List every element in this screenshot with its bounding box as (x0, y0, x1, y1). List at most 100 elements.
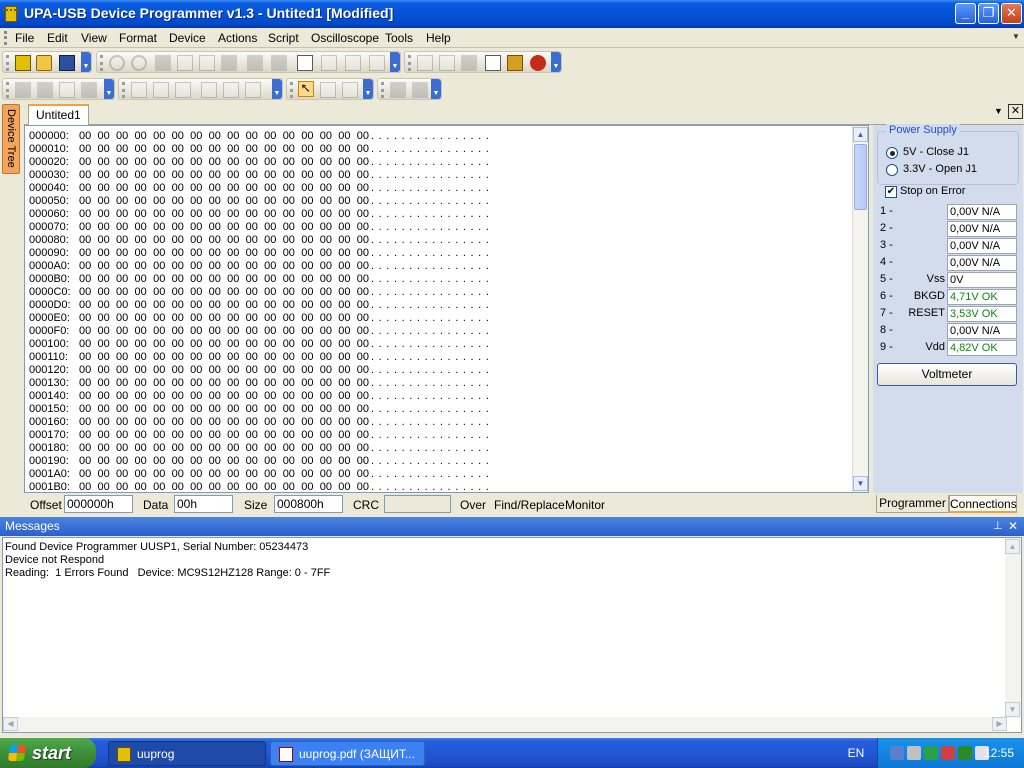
usb-icon[interactable] (924, 746, 938, 760)
stop-on-error-label[interactable]: Stop on Error (900, 185, 965, 197)
find-icon[interactable] (247, 55, 263, 71)
device-tree-tab[interactable]: Device Tree (2, 104, 20, 174)
align-center-icon[interactable] (223, 82, 239, 98)
grid-icon[interactable] (321, 55, 337, 71)
voltmeter-button[interactable]: Voltmeter (877, 363, 1017, 386)
undo-icon[interactable] (109, 55, 125, 71)
chevron-down-icon[interactable]: ▼ (431, 79, 441, 99)
hex-ascii[interactable]: ................ (371, 442, 541, 455)
replace-icon[interactable] (271, 55, 287, 71)
grip-icon[interactable] (6, 55, 9, 71)
measure-icon[interactable] (342, 82, 358, 98)
pointer-icon[interactable] (298, 81, 314, 97)
hex-ascii[interactable]: ................ (371, 156, 541, 169)
maximize-button[interactable]: ❐ (978, 3, 999, 24)
hex-bytes[interactable]: 00 00 00 00 00 00 00 00 00 00 00 00 00 0… (79, 273, 369, 286)
hex-bytes[interactable]: 00 00 00 00 00 00 00 00 00 00 00 00 00 0… (79, 390, 369, 403)
menu-help[interactable]: Help (426, 31, 451, 45)
hex-ascii[interactable]: ................ (371, 338, 541, 351)
close-icon[interactable]: ✕ (1008, 517, 1018, 535)
hex-ascii[interactable]: ................ (371, 234, 541, 247)
hex-bytes[interactable]: 00 00 00 00 00 00 00 00 00 00 00 00 00 0… (79, 429, 369, 442)
underline-icon[interactable] (175, 82, 191, 98)
hex-bytes[interactable]: 00 00 00 00 00 00 00 00 00 00 00 00 00 0… (79, 247, 369, 260)
menu-format[interactable]: Format (119, 31, 157, 45)
hex-bytes[interactable]: 00 00 00 00 00 00 00 00 00 00 00 00 00 0… (79, 351, 369, 364)
hex-bytes[interactable]: 00 00 00 00 00 00 00 00 00 00 00 00 00 0… (79, 286, 369, 299)
messages-horizontal-scrollbar[interactable]: ◀ ▶ (3, 717, 1007, 732)
hex-ascii[interactable]: ................ (371, 364, 541, 377)
tool-icon[interactable] (507, 55, 523, 71)
hex-bytes[interactable]: 00 00 00 00 00 00 00 00 00 00 00 00 00 0… (79, 481, 369, 492)
chevron-down-icon[interactable]: ▼ (390, 52, 400, 72)
menu-file[interactable]: File (15, 31, 34, 45)
bold-icon[interactable] (131, 82, 147, 98)
hex-ascii[interactable]: ................ (371, 182, 541, 195)
columns-icon[interactable] (345, 55, 361, 71)
hex-ascii[interactable]: ................ (371, 260, 541, 273)
hex-ascii[interactable]: ................ (371, 143, 541, 156)
play-icon[interactable] (390, 82, 406, 98)
scroll-down-icon[interactable]: ▼ (1005, 702, 1020, 717)
hex-ascii[interactable]: ................ (371, 169, 541, 182)
tab-programmer[interactable]: Programmer (876, 495, 949, 513)
messages-vertical-scrollbar[interactable]: ▲ ▼ (1005, 538, 1021, 718)
hex-bytes[interactable]: 00 00 00 00 00 00 00 00 00 00 00 00 00 0… (79, 130, 369, 143)
zoom-icon[interactable] (320, 82, 336, 98)
menu-script[interactable]: Script (268, 31, 299, 45)
update-icon[interactable] (958, 746, 972, 760)
tab-untited1[interactable]: Untited1 (28, 104, 89, 125)
chevron-down-icon[interactable]: ▼ (994, 106, 1006, 120)
close-icon[interactable]: ✕ (1008, 104, 1023, 119)
copy-icon[interactable] (177, 55, 193, 71)
chevron-down-icon[interactable]: ▼ (104, 79, 114, 99)
hex-ascii[interactable]: ................ (371, 481, 541, 492)
radio-3v3-label[interactable]: 3.3V - Open J1 (903, 163, 977, 175)
hex-bytes[interactable]: 00 00 00 00 00 00 00 00 00 00 00 00 00 0… (79, 208, 369, 221)
hex-bytes[interactable]: 00 00 00 00 00 00 00 00 00 00 00 00 00 0… (79, 455, 369, 468)
hex-bytes[interactable]: 00 00 00 00 00 00 00 00 00 00 00 00 00 0… (79, 195, 369, 208)
chevron-down-icon[interactable]: ▼ (1012, 32, 1022, 46)
hex-bytes[interactable]: 00 00 00 00 00 00 00 00 00 00 00 00 00 0… (79, 221, 369, 234)
read-icon[interactable] (417, 55, 433, 71)
hex-bytes[interactable]: 00 00 00 00 00 00 00 00 00 00 00 00 00 0… (79, 364, 369, 377)
grip-icon[interactable] (381, 82, 384, 98)
stop-icon[interactable] (412, 82, 428, 98)
bug-icon[interactable] (530, 55, 546, 71)
open-folder-icon[interactable] (36, 55, 52, 71)
stop-on-error-checkbox[interactable]: ✔ (885, 186, 897, 198)
hex-ascii[interactable]: ................ (371, 377, 541, 390)
scroll-thumb[interactable] (854, 144, 867, 210)
brush-icon[interactable] (15, 82, 31, 98)
grip-icon[interactable] (290, 82, 293, 98)
hex-ascii[interactable]: ................ (371, 208, 541, 221)
menu-device[interactable]: Device (169, 31, 206, 45)
grid-dots-icon[interactable] (461, 55, 477, 71)
taskbar-item-pdf[interactable]: uuprog.pdf (ЗАЩИТ... (270, 741, 425, 766)
hex-bytes[interactable]: 00 00 00 00 00 00 00 00 00 00 00 00 00 0… (79, 377, 369, 390)
menu-oscilloscope[interactable]: Oscilloscope (311, 31, 379, 45)
delete-icon[interactable] (221, 55, 237, 71)
taskbar-item-uuprog[interactable]: uuprog (108, 741, 266, 766)
hex-ascii[interactable]: ................ (371, 312, 541, 325)
chevron-down-icon[interactable]: ▼ (363, 79, 373, 99)
hex-ascii[interactable]: ................ (371, 325, 541, 338)
refresh-icon[interactable] (369, 55, 385, 71)
hex-bytes[interactable]: 00 00 00 00 00 00 00 00 00 00 00 00 00 0… (79, 169, 369, 182)
close-button[interactable]: ✕ (1001, 3, 1022, 24)
title-bar[interactable]: UPA-USB Device Programmer v1.3 - Untited… (0, 0, 1024, 28)
page-icon[interactable] (297, 55, 313, 71)
chip-icon[interactable] (15, 55, 31, 71)
grip-icon[interactable] (6, 82, 9, 98)
menu-tools[interactable]: Tools (385, 31, 413, 45)
shield-icon[interactable] (941, 746, 955, 760)
paste-icon[interactable] (199, 55, 215, 71)
size-field[interactable]: 000800h (274, 495, 343, 513)
menu-edit[interactable]: Edit (47, 31, 68, 45)
hex-ascii[interactable]: ................ (371, 403, 541, 416)
hex-bytes[interactable]: 00 00 00 00 00 00 00 00 00 00 00 00 00 0… (79, 468, 369, 481)
pen-icon[interactable] (37, 82, 53, 98)
find-replace-link[interactable]: Find/Replace (494, 498, 565, 512)
scroll-down-icon[interactable]: ▼ (853, 476, 868, 491)
hex-bytes[interactable]: 00 00 00 00 00 00 00 00 00 00 00 00 00 0… (79, 182, 369, 195)
